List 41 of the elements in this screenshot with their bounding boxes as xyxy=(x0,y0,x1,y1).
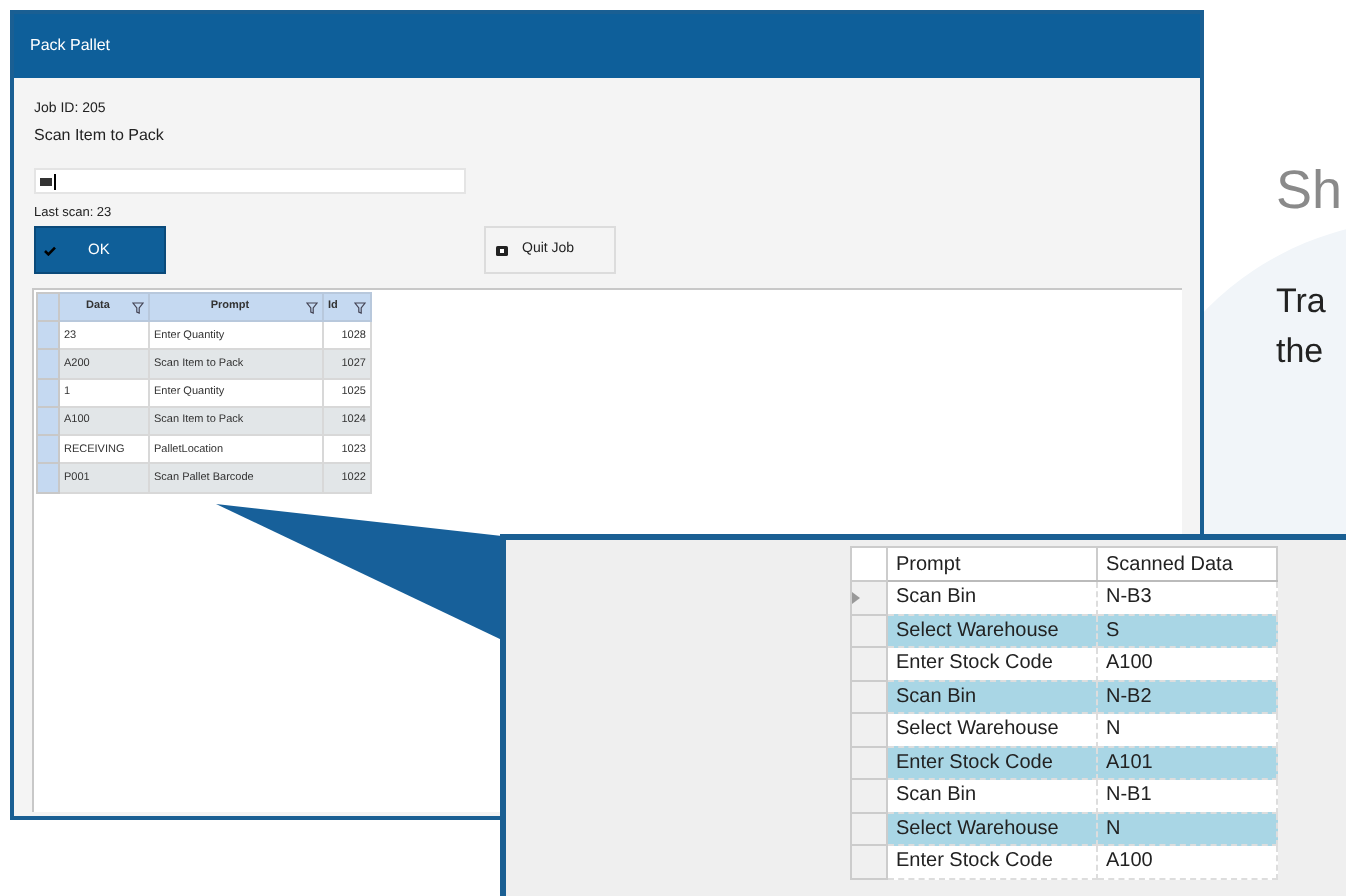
table-cell: Scan Bin xyxy=(887,779,1097,812)
barcode-icon xyxy=(40,177,52,185)
table-cell: A100 xyxy=(1097,647,1277,680)
checkmark-icon xyxy=(44,245,56,255)
row-header-cell xyxy=(37,463,59,493)
scan-input-field[interactable] xyxy=(34,168,466,194)
table-cell: Enter Stock Code xyxy=(887,845,1097,878)
column-header[interactable]: Scanned Data xyxy=(1097,547,1277,581)
filter-icon[interactable] xyxy=(132,301,144,313)
row-header-cell xyxy=(37,378,59,407)
table-cell: N-B3 xyxy=(1097,581,1277,614)
page-heading: Sh xyxy=(1276,158,1343,224)
filter-icon[interactable] xyxy=(306,301,318,313)
text-cursor xyxy=(54,173,56,189)
row-header-cell xyxy=(37,349,59,379)
body-text: the xyxy=(1276,330,1326,374)
table-cell: Enter Stock Code xyxy=(887,746,1097,779)
table-cell: Select Warehouse xyxy=(887,713,1097,746)
table-cell: S xyxy=(1097,614,1277,647)
table-cell: Select Warehouse xyxy=(887,812,1097,845)
instruction-text: Scan Item to Pack xyxy=(34,126,166,146)
table-cell: N xyxy=(1097,713,1277,746)
window-title: Pack Pallet xyxy=(30,34,111,58)
table-cell: N xyxy=(1097,812,1277,845)
table-cell: Scan Bin xyxy=(887,680,1097,713)
table-cell: A100 xyxy=(1097,845,1277,878)
row-header-cell xyxy=(37,435,59,464)
row-header-cell xyxy=(37,406,59,436)
body-text: Tra xyxy=(1276,280,1328,324)
stop-icon xyxy=(496,245,508,255)
filter-icon[interactable] xyxy=(354,301,366,313)
row-header-cell xyxy=(37,321,59,350)
table-cell: N-B2 xyxy=(1097,680,1277,713)
table-cell: Enter Stock Code xyxy=(887,647,1097,680)
row-header-cell xyxy=(37,293,59,321)
current-row-icon xyxy=(852,591,860,604)
column-header[interactable]: Prompt xyxy=(887,547,1097,581)
table-cell: N-B1 xyxy=(1097,779,1277,812)
table-cell: Select Warehouse xyxy=(887,614,1097,647)
table-cell: Scan Bin xyxy=(887,581,1097,614)
table-cell: A101 xyxy=(1097,746,1277,779)
